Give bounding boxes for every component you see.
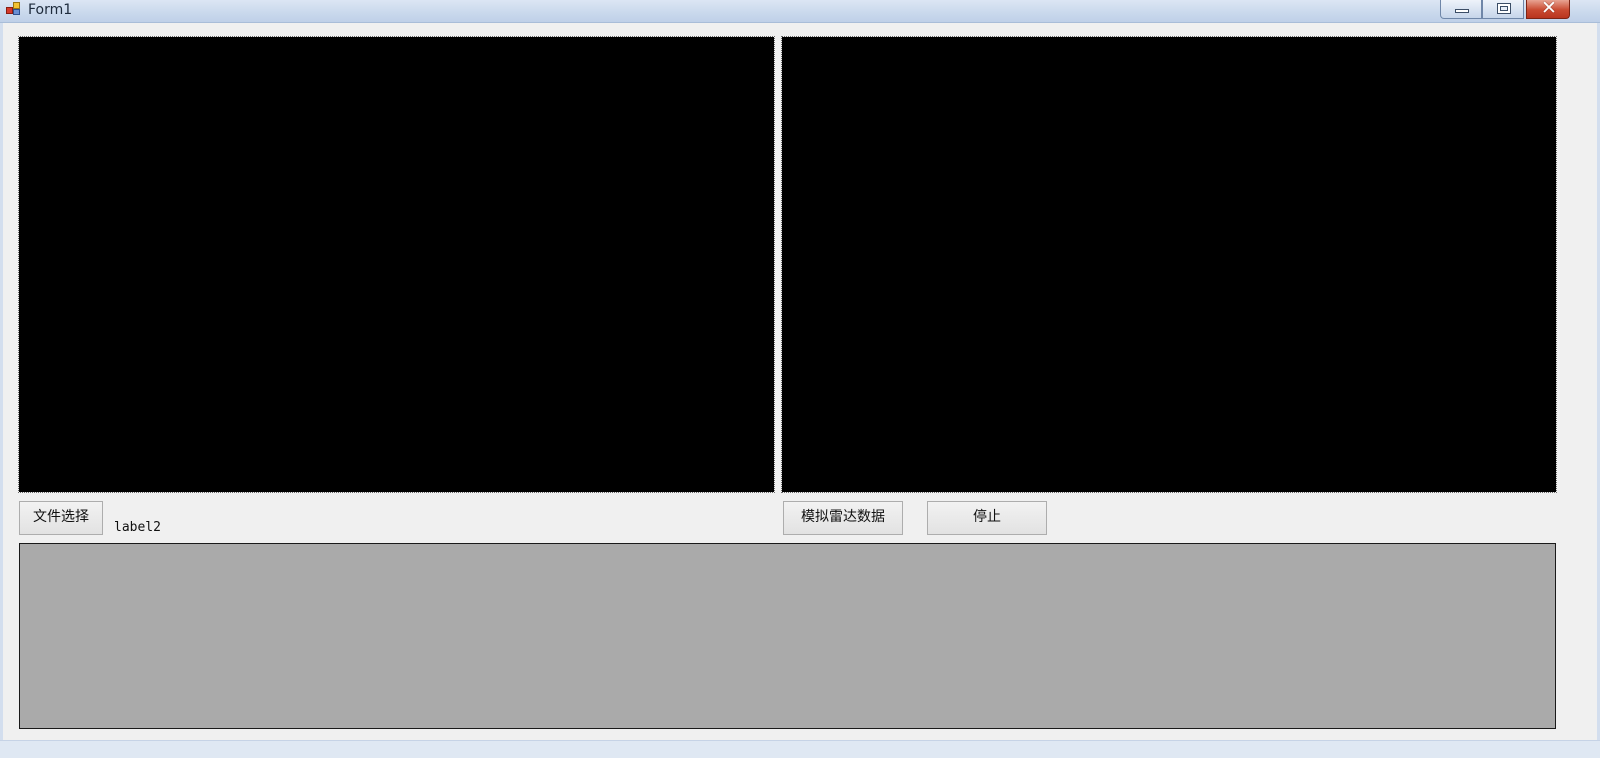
window-bottom-edge (0, 740, 1600, 758)
simulate-radar-button[interactable]: 模拟雷达数据 (783, 501, 903, 535)
right-video-panel[interactable] (781, 36, 1557, 493)
close-icon: ✕ (1541, 0, 1557, 19)
file-select-button[interactable]: 文件选择 (19, 501, 103, 535)
minimize-icon (1455, 9, 1469, 13)
maximize-icon (1497, 3, 1511, 14)
minimize-button[interactable] (1440, 0, 1482, 19)
bottom-output-panel[interactable] (19, 543, 1556, 729)
status-label: label2 (114, 520, 161, 535)
stop-button[interactable]: 停止 (927, 501, 1047, 535)
maximize-button[interactable] (1482, 0, 1524, 19)
title-bar[interactable]: Form1 ✕ (0, 0, 1600, 23)
left-video-panel[interactable] (18, 36, 775, 493)
form-window: Form1 ✕ 文件选择 label2 模拟雷达数据 停止 (0, 0, 1600, 758)
window-title: Form1 (28, 2, 73, 18)
app-icon[interactable] (6, 2, 22, 16)
close-button[interactable]: ✕ (1526, 0, 1570, 19)
